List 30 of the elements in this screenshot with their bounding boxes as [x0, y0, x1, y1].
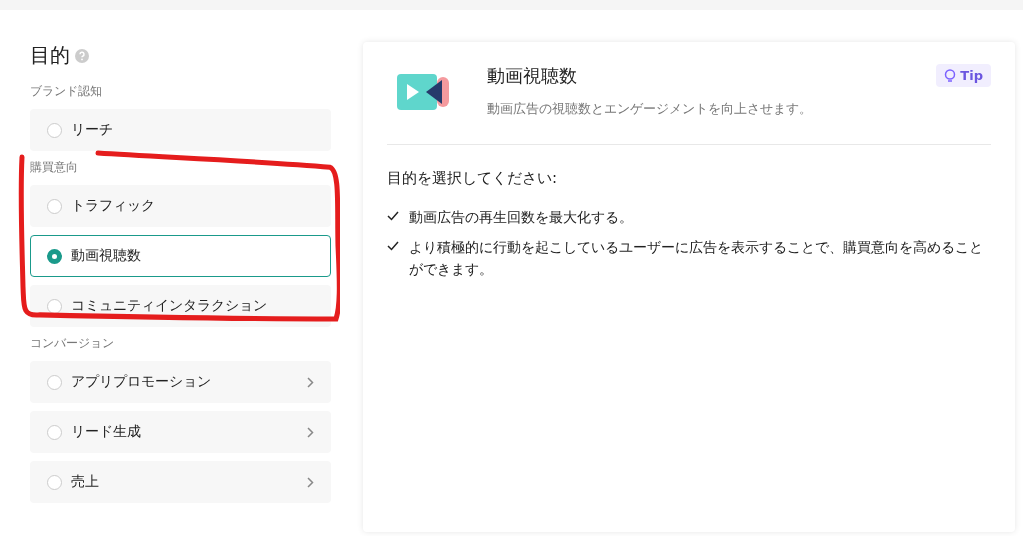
- objective-option[interactable]: アプリプロモーション: [30, 361, 331, 403]
- benefit-text: より積極的に行動を起こしているユーザーに広告を表示することで、購買意向を高めることができます。: [409, 238, 984, 279]
- objective-option[interactable]: 動画視聴数: [30, 235, 331, 277]
- tip-button[interactable]: Tip: [936, 64, 991, 87]
- chevron-right-icon: [307, 376, 314, 388]
- prompt-text: 目的を選択してください:: [387, 169, 559, 188]
- group-label: コンバージョン: [30, 335, 115, 352]
- objective-option[interactable]: リード生成: [30, 411, 331, 453]
- help-icon[interactable]: [75, 48, 89, 63]
- objective-title: 動画視聴数: [487, 64, 578, 88]
- check-icon: [387, 241, 399, 251]
- radio-button[interactable]: [47, 248, 62, 264]
- benefit-text: 動画広告の再生回数を最大化する。: [409, 208, 633, 227]
- group-label: ブランド認知: [30, 83, 103, 100]
- radio-button[interactable]: [47, 122, 62, 138]
- objective-description: 動画広告の視聴数とエンゲージメントを向上させます。: [487, 100, 813, 118]
- objective-option[interactable]: 売上: [30, 461, 331, 503]
- radio-button[interactable]: [47, 374, 62, 390]
- chevron-right-icon: [307, 476, 314, 488]
- radio-button[interactable]: [47, 474, 62, 490]
- radio-button[interactable]: [47, 424, 62, 440]
- section-title: 目的: [30, 42, 70, 69]
- group-label: 購買意向: [30, 159, 79, 176]
- radio-button[interactable]: [47, 198, 62, 214]
- lightbulb-icon: [944, 68, 957, 83]
- radio-button[interactable]: [47, 298, 62, 314]
- objective-option[interactable]: トラフィック: [30, 185, 331, 227]
- objective-option[interactable]: リーチ: [30, 109, 331, 151]
- check-icon: [387, 211, 399, 221]
- chevron-right-icon: [307, 426, 314, 438]
